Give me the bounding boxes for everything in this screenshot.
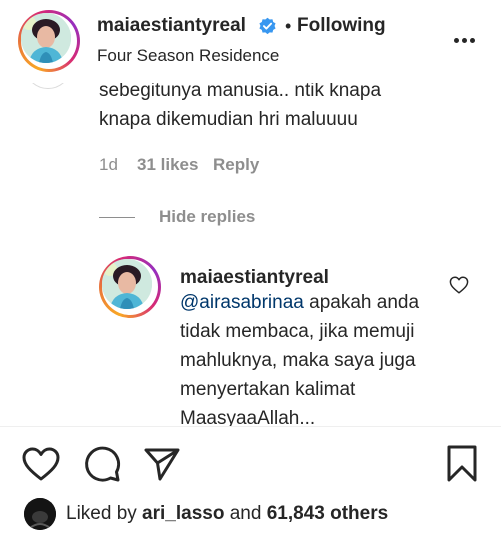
comment-bubble-icon[interactable] — [83, 446, 121, 482]
paper-plane-icon[interactable] — [143, 446, 181, 482]
mention-link[interactable]: @airasabrinaa — [180, 292, 304, 313]
reply-text: @airasabrinaa apakah anda tidak membaca,… — [180, 288, 440, 426]
reply-button[interactable]: Reply — [213, 155, 259, 175]
post-location[interactable]: Four Season Residence — [97, 46, 279, 66]
comment-likes[interactable]: 31 likes — [137, 155, 198, 175]
comments-list[interactable]: sebegitunya manusia.. ntik knapa knapa d… — [0, 83, 501, 426]
hide-replies-button[interactable]: Hide replies — [159, 207, 255, 227]
verified-badge-icon — [259, 17, 276, 35]
heart-icon[interactable] — [22, 447, 60, 481]
following-button[interactable]: Following — [297, 15, 386, 37]
post-header: maiaestiantyreal • Following Four Season… — [0, 0, 501, 83]
more-horizontal-icon[interactable] — [448, 30, 482, 50]
likes-count[interactable]: 61,843 others — [267, 503, 388, 524]
avatar-photo — [102, 259, 152, 309]
section-divider — [0, 426, 501, 427]
bookmark-icon[interactable] — [446, 445, 478, 483]
replies-divider-line — [99, 217, 135, 218]
liked-by-text: Liked by ari_lasso and 61,843 others — [66, 503, 389, 524]
reply-username[interactable]: maiaestiantyreal — [180, 267, 329, 289]
header-username[interactable]: maiaestiantyreal — [97, 15, 246, 37]
commenter-avatar[interactable] — [24, 83, 72, 89]
comment-time[interactable]: 1d — [99, 155, 118, 175]
avatar-photo — [21, 13, 71, 63]
liker-username[interactable]: ari_lasso — [142, 503, 224, 524]
separator-dot: • — [285, 16, 292, 36]
heart-outline-icon[interactable] — [449, 276, 469, 294]
liker-avatar[interactable] — [24, 498, 56, 530]
reply-avatar[interactable] — [99, 256, 161, 318]
comment-text: sebegitunya manusia.. ntik knapa knapa d… — [99, 83, 382, 130]
profile-avatar[interactable] — [18, 10, 80, 72]
